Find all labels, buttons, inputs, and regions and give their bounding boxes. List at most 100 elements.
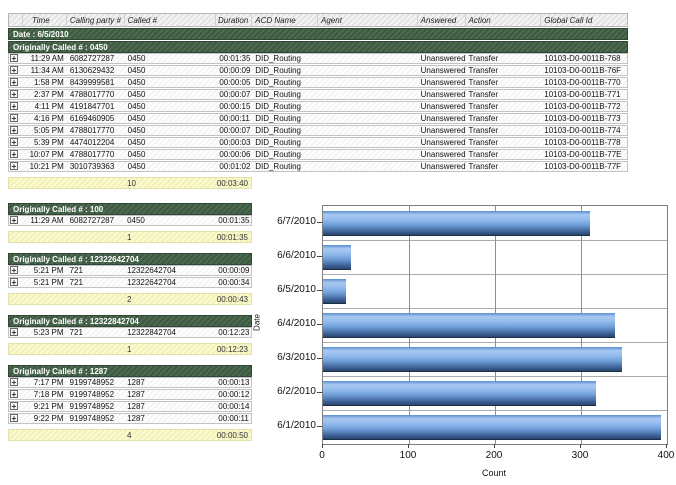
cell-answered: Unanswered [418,102,466,111]
cell-global-call-id: 10103-D0-0011B-772 [541,102,627,111]
column-header-acd-name[interactable]: ACD Name [252,14,318,26]
x-tick-label: 100 [386,450,430,461]
table-row[interactable]: +5:05 PM4788017770045000:00:07DID_Routin… [8,125,628,136]
cell-duration: 00:00:09 [215,266,251,275]
cell-action: Transfer [466,150,542,159]
column-header-called[interactable]: Called # [125,14,217,26]
cell-duration: 00:00:14 [215,402,251,411]
table-row[interactable]: +5:21 PM7211232264270400:00:34 [8,277,252,288]
column-header-global-call-id[interactable]: Global Call Id [541,14,627,26]
cell-action: Transfer [466,114,542,123]
x-tick-label: 200 [472,450,516,461]
table-row[interactable]: +4:11 PM4191847701045000:00:15DID_Routin… [8,101,628,112]
calls-by-date-bar-chart: Count Date 6/7/20106/6/20106/5/20106/4/2… [250,196,676,485]
column-header-expand[interactable] [9,14,23,26]
cell-called: 0450 [125,66,217,75]
originally-called-group-header[interactable]: Originally Called # : 12322842704 [8,315,252,327]
cell-calling-party: 6130629432 [67,66,125,75]
expand-row-button[interactable]: + [10,266,18,274]
cell-action: Transfer [466,102,542,111]
group-section: Originally Called # : 0450+11:29 AM60827… [8,41,628,189]
group-summary-row: 100:12:23 [8,343,252,355]
table-row[interactable]: +5:23 PM7211232284270400:12:23 [8,327,252,338]
cell-time: 10:07 PM [23,150,67,159]
expand-cell: + [9,66,23,75]
expand-cell: + [9,114,23,123]
table-row[interactable]: +10:21 PM3010739363045000:01:02DID_Routi… [8,161,628,172]
column-header-calling-party[interactable]: Calling party # [67,14,125,26]
originally-called-group-header[interactable]: Originally Called # : 1287 [8,365,252,377]
column-header-duration[interactable]: Duration [216,14,252,26]
expand-row-button[interactable]: + [10,216,18,224]
chart-x-axis-title: Count [464,468,524,478]
table-row[interactable]: +4:16 PM6169460905045000:00:11DID_Routin… [8,113,628,124]
cell-time: 10:21 PM [23,162,67,171]
originally-called-group-header[interactable]: Originally Called # : 100 [8,203,252,215]
cell-called: 12322642704 [124,266,215,275]
cell-answered: Unanswered [418,162,466,171]
expand-row-button[interactable]: + [10,414,18,422]
table-row[interactable]: +2:37 PM4788017770045000:00:07DID_Routin… [8,89,628,100]
bar-6/1/2010 [323,415,661,440]
originally-called-group-header[interactable]: Originally Called # : 0450 [8,41,628,53]
table-row[interactable]: +7:18 PM9199748952128700:00:12 [8,389,252,400]
call-report-window: TimeCalling party #Called #DurationACD N… [0,0,676,485]
cell-calling-party: 6169460905 [67,114,125,123]
expand-row-button[interactable]: + [10,66,18,74]
table-row[interactable]: +9:22 PM9199748952128700:00:11 [8,413,252,424]
expand-row-button[interactable]: + [10,90,18,98]
bar-6/7/2010 [323,211,590,236]
cell-time: 1:58 PM [23,78,67,87]
expand-row-button[interactable]: + [10,162,18,170]
date-group-header[interactable]: Date : 6/5/2010 [8,28,628,40]
expand-row-button[interactable]: + [10,390,18,398]
table-row[interactable]: +7:17 PM9199748952128700:00:13 [8,377,252,388]
cell-action: Transfer [466,126,542,135]
expand-row-button[interactable]: + [10,78,18,86]
expand-row-button[interactable]: + [10,328,18,336]
x-tick-mark [666,444,667,448]
expand-row-button[interactable]: + [10,378,18,386]
expand-row-button[interactable]: + [10,126,18,134]
originally-called-group-header[interactable]: Originally Called # : 12322642704 [8,253,252,265]
summary-total-duration: 00:00:50 [217,431,248,440]
table-row[interactable]: +11:29 AM6082727287045000:01:35DID_Routi… [8,53,628,64]
cell-duration: 00:00:13 [215,378,251,387]
cell-calling-party: 4191847701 [67,102,125,111]
cell-duration: 00:00:34 [215,278,251,287]
summary-call-count: 4 [127,431,131,440]
cell-global-call-id: 10103-D0-0011B-77E [541,150,627,159]
expand-row-button[interactable]: + [10,54,18,62]
table-row[interactable]: +11:34 AM6130629432045000:00:09DID_Routi… [8,65,628,76]
expand-cell: + [9,414,23,423]
table-row[interactable]: +5:39 PM4474012204045000:00:03DID_Routin… [8,137,628,148]
expand-cell: + [9,378,23,387]
cell-time: 9:22 PM [23,414,67,423]
summary-call-count: 1 [127,233,131,242]
expand-row-button[interactable]: + [10,150,18,158]
cell-acd-name: DID_Routing [252,126,318,135]
expand-row-button[interactable]: + [10,138,18,146]
bar-6/5/2010 [323,279,346,304]
expand-row-button[interactable]: + [10,402,18,410]
table-row[interactable]: +5:21 PM7211232264270400:00:09 [8,265,252,276]
table-row[interactable]: +11:29 AM6082727287045000:01:35 [8,215,252,226]
cell-duration: 00:00:11 [216,114,252,123]
expand-row-button[interactable]: + [10,102,18,110]
table-row[interactable]: +1:58 PM8439999581045000:00:05DID_Routin… [8,77,628,88]
cell-answered: Unanswered [418,90,466,99]
bar-6/4/2010 [323,313,615,338]
expand-row-button[interactable]: + [10,278,18,286]
table-row[interactable]: +9:21 PM9199748952128700:00:14 [8,401,252,412]
cell-duration: 00:01:02 [216,162,252,171]
column-header-answered[interactable]: Answered [418,14,466,26]
expand-cell: + [9,126,23,135]
column-header-action[interactable]: Action [466,14,542,26]
table-row[interactable]: +10:07 PM4788017770045000:00:06DID_Routi… [8,149,628,160]
column-header-agent[interactable]: Agent [318,14,418,26]
expand-row-button[interactable]: + [10,114,18,122]
column-header-time[interactable]: Time [23,14,67,26]
cell-time: 2:37 PM [23,90,67,99]
cell-time: 5:05 PM [23,126,67,135]
y-tick-label: 6/2/2010 [256,386,316,397]
